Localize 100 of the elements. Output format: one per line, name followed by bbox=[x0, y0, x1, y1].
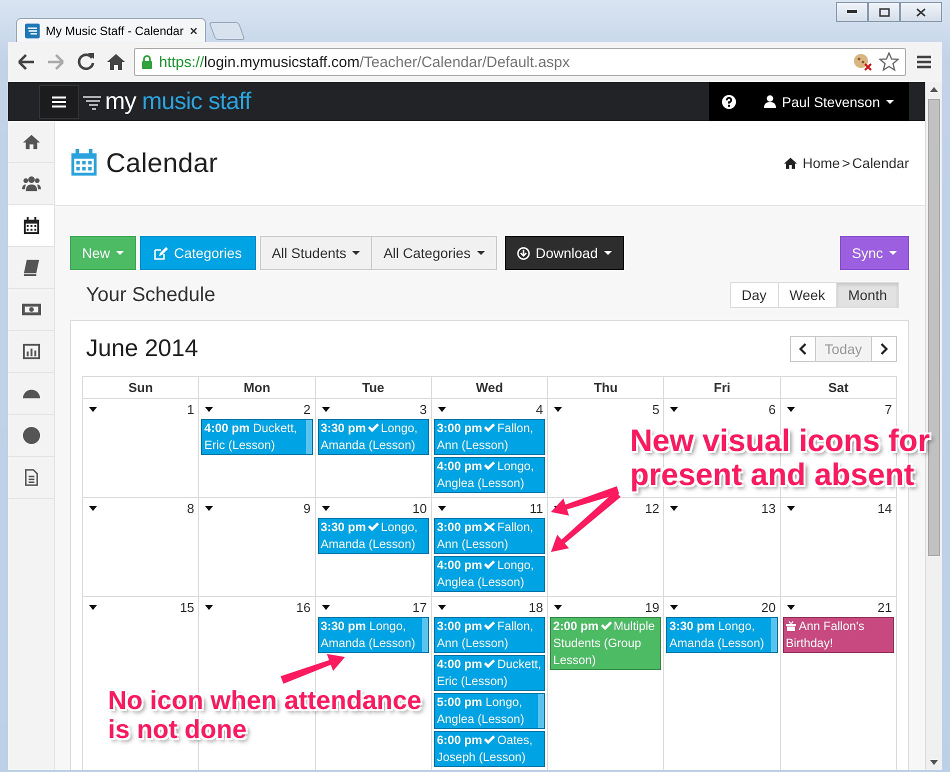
day-number: 15 bbox=[180, 600, 194, 614]
caret-icon[interactable] bbox=[205, 604, 214, 610]
birthday-event[interactable]: Ann Fallon's Birthday! bbox=[782, 617, 894, 653]
caret-icon[interactable] bbox=[554, 604, 562, 610]
day-number: 18 bbox=[528, 600, 544, 614]
weekday-header: Sat bbox=[780, 376, 897, 398]
breadcrumb-separator: > bbox=[842, 155, 850, 171]
day-number: 3 bbox=[420, 402, 427, 416]
previous-button[interactable] bbox=[790, 336, 816, 362]
caret-icon[interactable] bbox=[89, 506, 97, 510]
lesson-event[interactable]: 3:30 pm Longo, Amanda (Lesson) bbox=[318, 617, 429, 653]
sync-button[interactable]: Sync bbox=[840, 236, 909, 270]
help-button[interactable] bbox=[708, 82, 749, 121]
next-button[interactable] bbox=[871, 336, 897, 362]
star-icon[interactable] bbox=[879, 52, 899, 72]
caret-icon[interactable] bbox=[786, 406, 795, 412]
lesson-event[interactable]: 3:00 pm Fallon, Ann (Lesson) bbox=[434, 518, 546, 554]
app-favicon-icon bbox=[25, 22, 40, 38]
lesson-event[interactable]: 2:00 pm Multiple Students (Group Lesson) bbox=[550, 617, 662, 670]
download-icon bbox=[516, 246, 530, 260]
day-number: 13 bbox=[761, 500, 776, 516]
day-number: 5 bbox=[652, 402, 660, 416]
view-toggle[interactable]: Month bbox=[837, 282, 899, 308]
address-bar[interactable]: https://login.mymusicstaff.com/Teacher/Calendar/Default.aspx bbox=[134, 48, 906, 76]
caret-icon[interactable] bbox=[786, 506, 795, 510]
caret-icon[interactable] bbox=[322, 604, 330, 610]
lesson-event[interactable]: 4:00 pm Longo, Anglea (Lesson) bbox=[434, 457, 546, 493]
weekday-header: Wed bbox=[432, 376, 548, 398]
caret-icon[interactable] bbox=[438, 506, 446, 510]
home-icon bbox=[22, 132, 40, 151]
new-button[interactable]: New bbox=[70, 236, 136, 270]
day-number: 8 bbox=[187, 500, 194, 516]
day-number: 14 bbox=[878, 500, 892, 516]
categories-button[interactable]: Categories bbox=[140, 236, 256, 270]
caret-icon[interactable] bbox=[205, 506, 214, 510]
lesson-event[interactable]: 6:00 pm Oates, Joseph (Lesson) bbox=[434, 731, 546, 767]
lesson-event[interactable]: 3:00 pm Fallon, Ann (Lesson) bbox=[434, 419, 546, 455]
user-menu-button[interactable]: Paul Stevenson bbox=[748, 82, 909, 121]
page-title: Calendar bbox=[106, 148, 218, 178]
calendar-icon bbox=[22, 216, 40, 235]
download-button[interactable]: Download bbox=[504, 236, 624, 270]
caret-icon[interactable] bbox=[670, 506, 678, 510]
breadcrumb-link[interactable]: Home bbox=[802, 155, 840, 171]
lesson-event[interactable]: 5:00 pm Longo, Anglea (Lesson) bbox=[434, 693, 546, 729]
maximize-button[interactable] bbox=[868, 2, 900, 22]
caret-icon[interactable] bbox=[438, 604, 446, 610]
annotation-text: New visual icons for present and absent bbox=[630, 424, 930, 492]
close-icon[interactable] bbox=[190, 26, 197, 34]
calendar-icon bbox=[70, 149, 98, 177]
lesson-event[interactable]: 3:30 pm Longo, Amanda (Lesson) bbox=[318, 518, 429, 554]
url-text: https://login.mymusicstaff.com/Teacher/Calendar/Default.aspx bbox=[159, 54, 571, 70]
menu-icon bbox=[52, 96, 66, 108]
cookie-blocked-icon[interactable] bbox=[853, 53, 873, 71]
caret-icon[interactable] bbox=[322, 506, 330, 510]
caret-icon[interactable] bbox=[322, 406, 330, 412]
caret-icon[interactable] bbox=[670, 604, 678, 610]
menu-button[interactable] bbox=[39, 84, 79, 118]
lesson-event[interactable]: 3:30 pm Longo, Amanda (Lesson) bbox=[318, 419, 429, 455]
weekday-header: Fri bbox=[664, 376, 781, 398]
chevron-left-icon bbox=[798, 342, 807, 354]
caret-icon[interactable] bbox=[89, 604, 97, 610]
book-icon bbox=[22, 258, 40, 277]
day-number: 11 bbox=[530, 500, 544, 516]
day-number: 1 bbox=[187, 402, 194, 416]
caret-icon[interactable] bbox=[89, 406, 97, 412]
view-toggle[interactable]: Week bbox=[778, 282, 838, 308]
logo-text[interactable]: music staff bbox=[142, 88, 251, 116]
caret-icon bbox=[886, 100, 894, 104]
help-icon bbox=[722, 94, 736, 108]
lesson-event[interactable]: 4:00 pm Duckett, Eric (Lesson) bbox=[201, 419, 313, 455]
section-title: Your Schedule bbox=[86, 284, 216, 306]
filter-button[interactable]: All Categories bbox=[372, 236, 497, 270]
user-icon bbox=[764, 95, 776, 108]
month-title: June 2014 bbox=[86, 334, 198, 362]
weekday-header: Tue bbox=[316, 376, 432, 398]
close-icon bbox=[916, 8, 926, 16]
chevron-right-icon bbox=[880, 342, 888, 354]
day-number: 21 bbox=[878, 600, 892, 614]
lesson-event[interactable]: 4:00 pm Duckett, Eric (Lesson) bbox=[434, 655, 546, 691]
day-number: 9 bbox=[303, 500, 311, 516]
browser-tab[interactable]: My Music Staff - Calendar bbox=[16, 18, 206, 42]
filter-button[interactable]: All Students bbox=[260, 236, 372, 270]
day-number: 19 bbox=[644, 600, 660, 614]
day-number: 2 bbox=[303, 402, 311, 416]
close-window-button[interactable] bbox=[900, 2, 942, 22]
logo-text[interactable]: my bbox=[105, 88, 136, 116]
lesson-event[interactable]: 3:30 pm Longo, Amanda (Lesson) bbox=[666, 617, 778, 653]
caret-icon[interactable] bbox=[205, 406, 214, 412]
caret-icon[interactable] bbox=[670, 406, 678, 412]
lesson-event[interactable]: 3:00 pm Fallon, Ann (Lesson) bbox=[434, 617, 546, 653]
view-toggle[interactable]: Day bbox=[730, 282, 779, 308]
caret-icon[interactable] bbox=[786, 604, 795, 610]
annotation-text: No icon when attendance is not done bbox=[108, 686, 422, 744]
sidebar-item[interactable] bbox=[8, 205, 54, 247]
minimize-button[interactable] bbox=[836, 2, 868, 22]
day-number: 7 bbox=[884, 402, 892, 416]
maximize-icon bbox=[878, 8, 890, 16]
caret-icon[interactable] bbox=[554, 406, 562, 412]
caret-icon[interactable] bbox=[438, 406, 446, 412]
lesson-event[interactable]: 4:00 pm Longo, Anglea (Lesson) bbox=[434, 556, 546, 592]
